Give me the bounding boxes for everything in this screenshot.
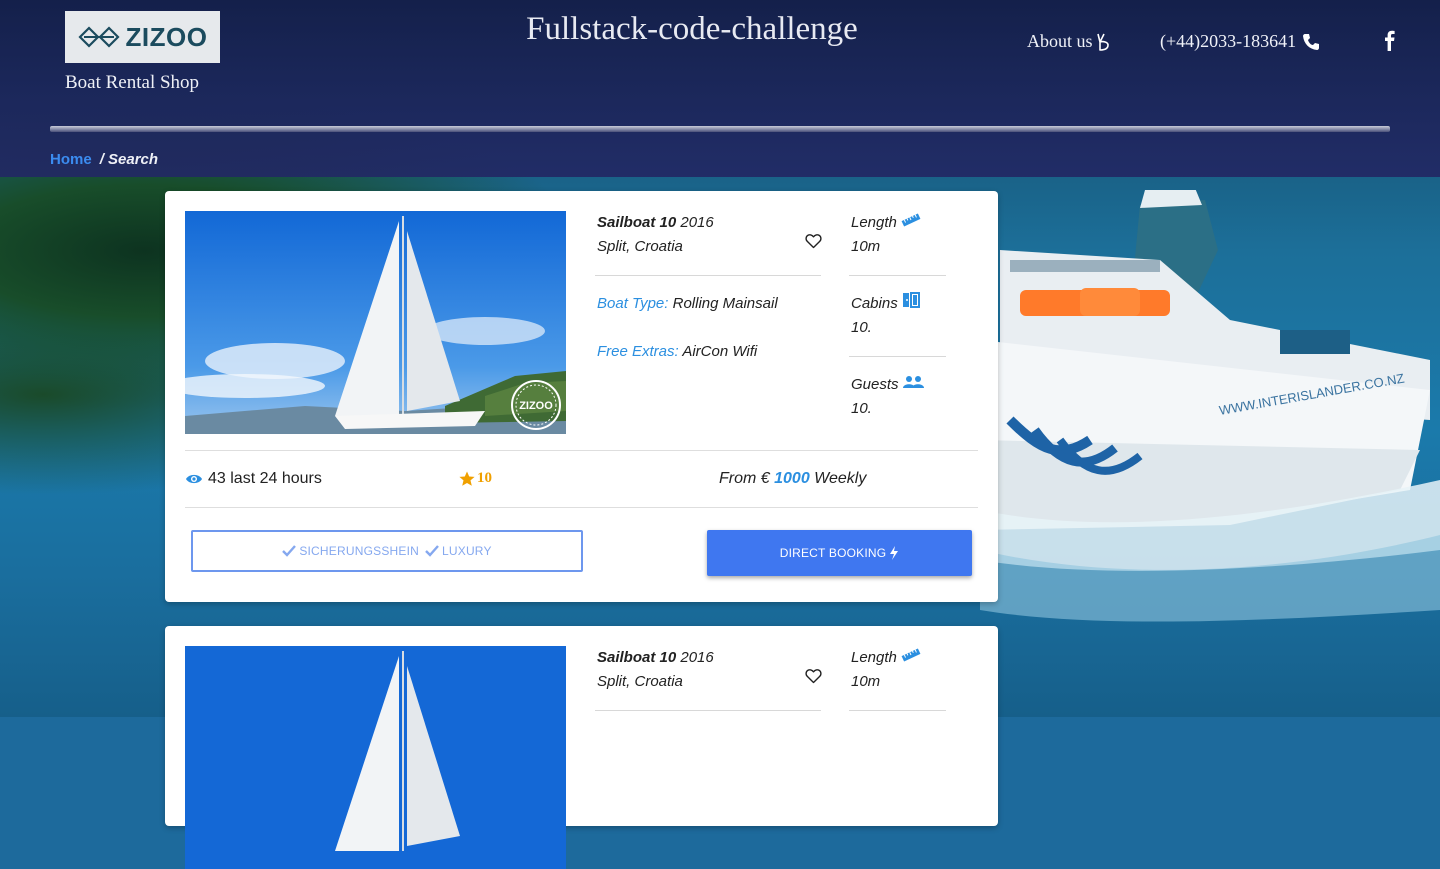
- cabins-value: 10.: [851, 319, 872, 336]
- phone-number: (+44)2033-183641: [1160, 31, 1297, 51]
- boat-title-block: Sailboat 10 2016 Split, Croatia: [597, 211, 822, 259]
- ferry-image: WWW.INTERISLANDER.CO.NZ: [980, 190, 1440, 622]
- tag-luxury: LUXURY: [425, 544, 492, 558]
- guests-value: 10.: [851, 400, 872, 417]
- rating-value: 10: [477, 470, 492, 486]
- header-divider: [50, 126, 1390, 132]
- length-spec: Length 10m: [851, 211, 947, 259]
- divider: [849, 356, 946, 357]
- shop-name: Boat Rental Shop: [65, 72, 200, 93]
- boat-year: 2016: [680, 214, 714, 231]
- guests-spec: Guests 10.: [851, 373, 947, 421]
- tag-label: SICHERUNGSSHEIN: [299, 544, 419, 558]
- rating: 10: [459, 470, 492, 487]
- eye-icon: [186, 474, 202, 484]
- views-counter: 43 last 24 hours: [185, 470, 322, 488]
- bolt-icon: [890, 546, 899, 560]
- boat-location: Split, Croatia: [597, 238, 683, 255]
- length-value: 10m: [851, 673, 881, 690]
- tags-button[interactable]: SICHERUNGSSHEIN LUXURY: [191, 530, 583, 572]
- length-label: Length: [851, 649, 897, 666]
- boat-location: Split, Croatia: [597, 673, 683, 690]
- tag-sicherungsshein: SICHERUNGSSHEIN: [282, 544, 419, 558]
- ruler-icon: [901, 213, 921, 227]
- price: From € 1000 Weekly: [719, 470, 866, 488]
- views-text: 43 last 24 hours: [208, 470, 322, 487]
- boat-name: Sailboat 10: [597, 214, 677, 231]
- check-icon: [425, 545, 439, 557]
- boat-listing-card: Sailboat 10 2016 Split, Croatia Length 1…: [165, 626, 998, 869]
- cabins-spec: Cabins 10.: [851, 292, 947, 340]
- boat-title-block: Sailboat 10 2016 Split, Croatia: [597, 646, 822, 694]
- boat-name: Sailboat 10: [597, 649, 677, 666]
- boat-image[interactable]: [185, 646, 566, 869]
- divider: [595, 710, 821, 711]
- divider: [849, 275, 946, 276]
- about-us-label: About us: [1027, 31, 1093, 51]
- phone-icon: [1303, 33, 1320, 50]
- breadcrumb-home-link[interactable]: Home: [50, 151, 92, 168]
- boat-type-value: Rolling Mainsail: [672, 295, 778, 312]
- free-extras-key: Free Extras:: [597, 343, 679, 360]
- image-badge-text: ZIZOO: [519, 400, 553, 412]
- free-extras-row: Free Extras: AirCon Wifi: [597, 343, 757, 360]
- price-value: 1000: [774, 470, 810, 487]
- divider: [185, 450, 978, 451]
- boat-type-row: Boat Type: Rolling Mainsail: [597, 295, 778, 312]
- facebook-icon[interactable]: [1380, 28, 1400, 52]
- phone-link[interactable]: (+44)2033-183641: [1160, 31, 1320, 52]
- heart-outline-icon[interactable]: [805, 668, 822, 684]
- length-label: Length: [851, 214, 897, 231]
- length-spec: Length 10m: [851, 646, 947, 694]
- divider: [185, 507, 978, 508]
- divider: [595, 275, 821, 276]
- boat-year: 2016: [680, 649, 714, 666]
- guests-label: Guests: [851, 376, 899, 393]
- divider: [849, 710, 946, 711]
- boat-listing-card: ZIZOO Sailboat 10 2016 Split, Croatia Bo…: [165, 191, 998, 602]
- tag-label: LUXURY: [442, 544, 492, 558]
- peace-hand-icon: [1096, 33, 1109, 51]
- direct-booking-button[interactable]: DIRECT BOOKING: [707, 530, 972, 576]
- star-icon: [459, 471, 475, 486]
- price-suffix: Weekly: [814, 470, 867, 487]
- breadcrumb-current: / Search: [99, 151, 159, 168]
- booking-label: DIRECT BOOKING: [779, 546, 887, 560]
- check-icon: [282, 545, 297, 557]
- cabins-label: Cabins: [851, 295, 898, 312]
- heart-outline-icon[interactable]: [805, 233, 822, 249]
- free-extras-value: AirCon Wifi: [682, 343, 758, 360]
- breadcrumb: Home / Search: [50, 151, 158, 168]
- ruler-icon: [901, 648, 921, 662]
- door-icon: [902, 292, 920, 308]
- users-icon: [902, 376, 924, 388]
- boat-image[interactable]: ZIZOO: [185, 211, 566, 434]
- price-prefix: From €: [719, 470, 770, 487]
- boat-type-key: Boat Type:: [597, 295, 669, 312]
- about-us-link[interactable]: About us: [1027, 31, 1112, 52]
- length-value: 10m: [851, 238, 881, 255]
